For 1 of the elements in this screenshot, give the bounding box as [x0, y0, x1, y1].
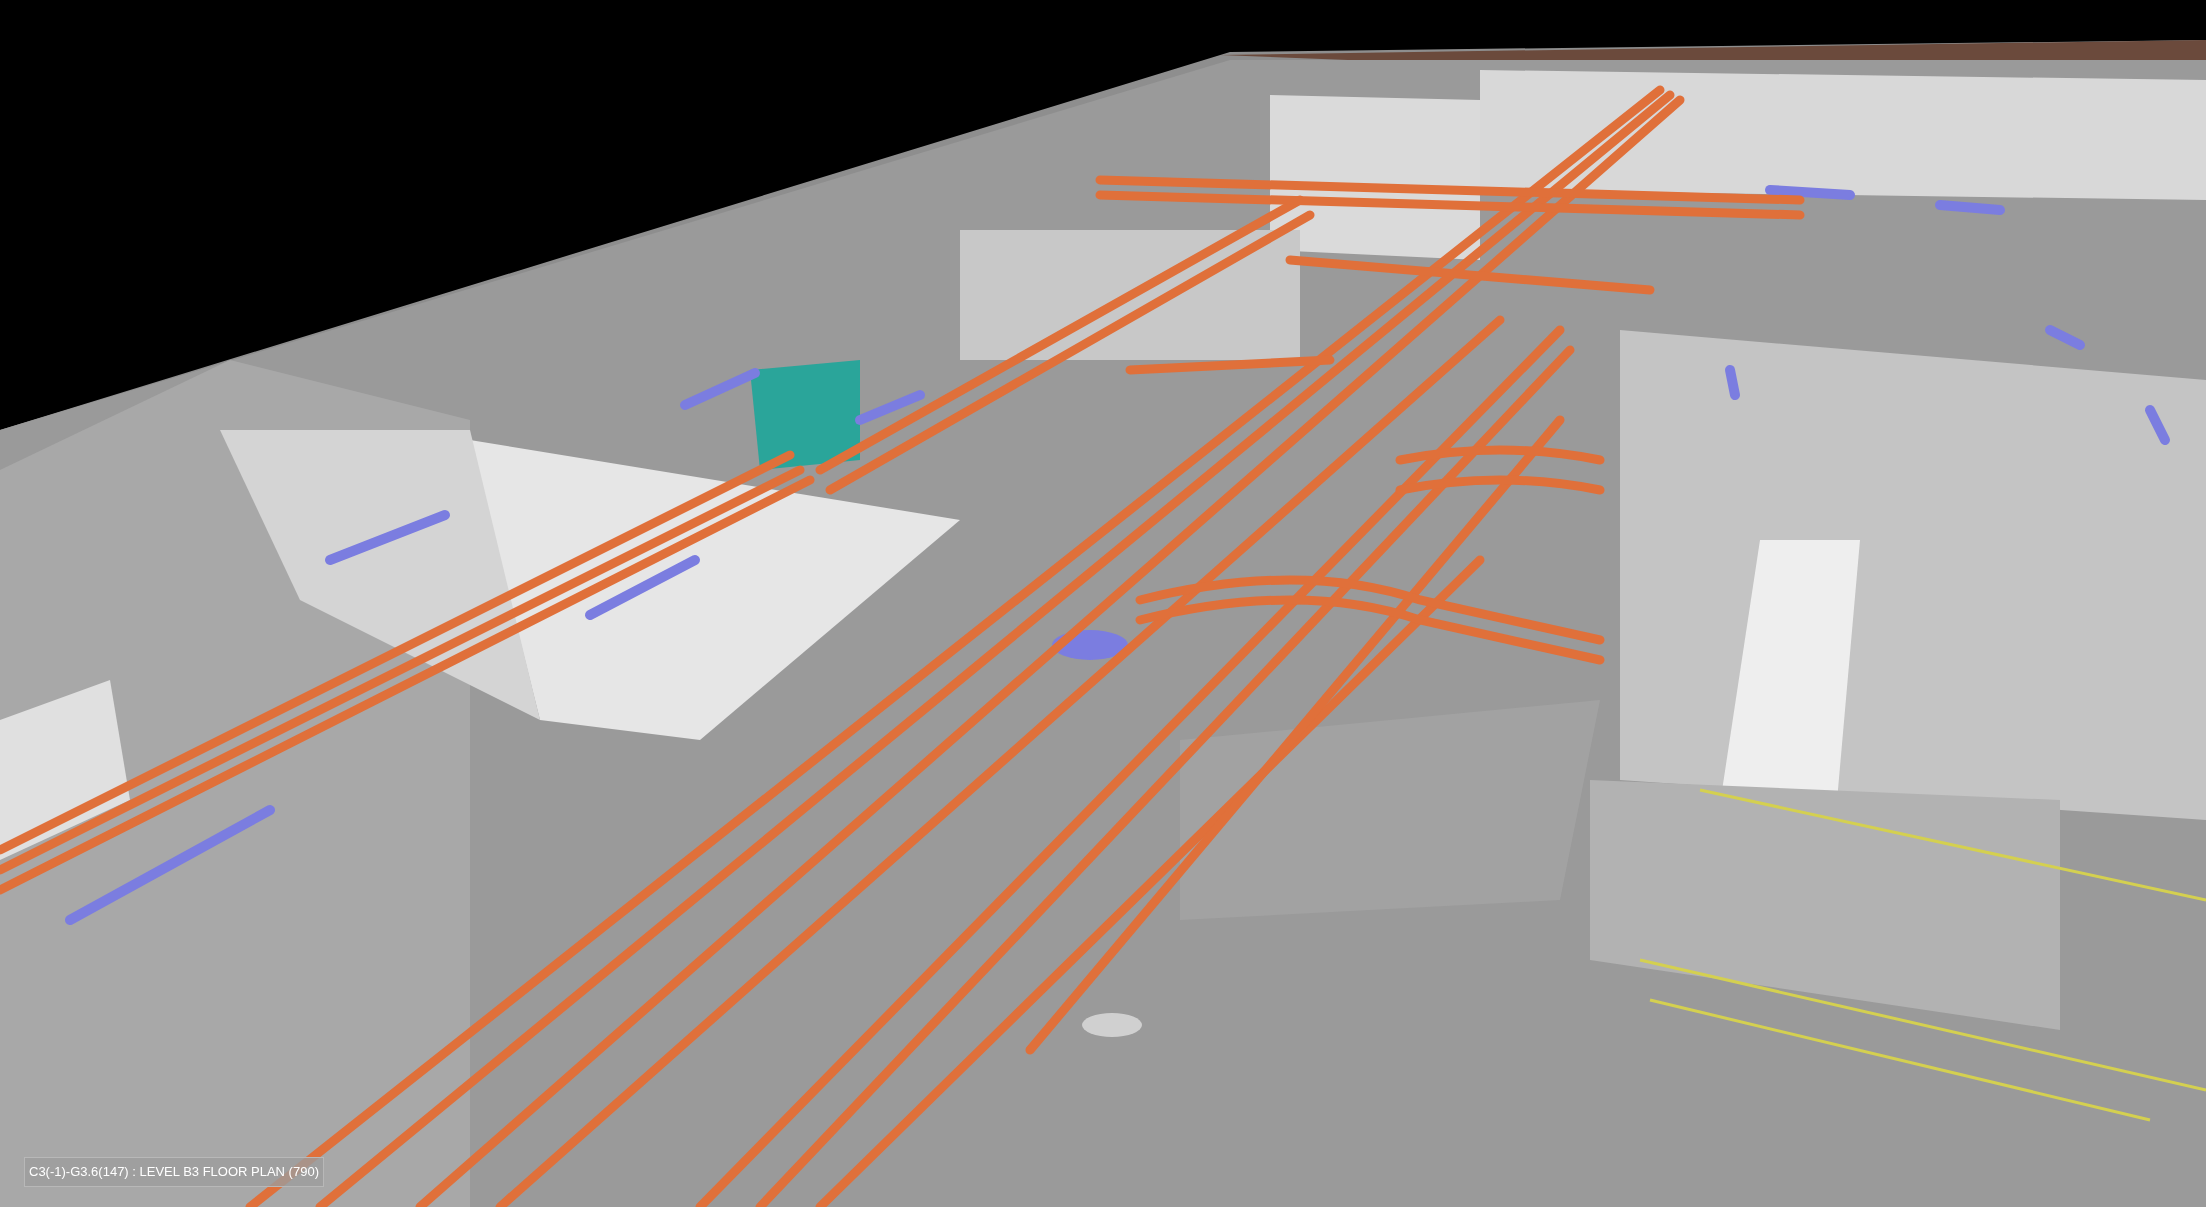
status-label: C3(-1)-G3.6(147) : LEVEL B3 FLOOR PLAN (790)	[24, 1157, 324, 1187]
